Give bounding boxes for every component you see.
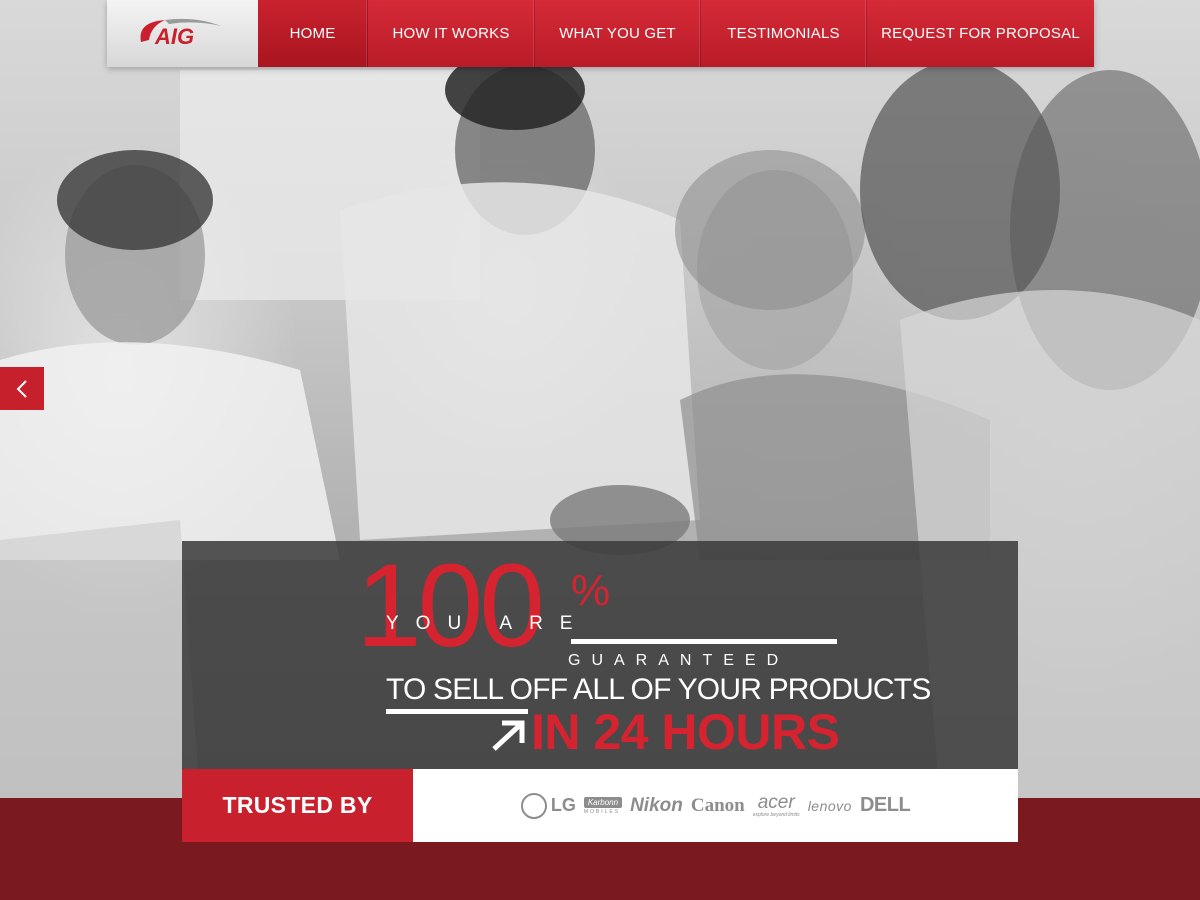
trusted-by-bar: TRUSTED BY LG Karbonn MOBILES Nikon Cano… [182, 769, 1018, 842]
trusted-by-label: TRUSTED BY [182, 769, 413, 842]
brand-canon: Canon [690, 794, 745, 816]
nav-item-testimonials[interactable]: TESTIMONIALS [701, 0, 867, 67]
logo-text: AIG [154, 24, 194, 49]
brand-acer-text: acer [757, 791, 795, 813]
promo-guaranteed: GUARANTEED [568, 652, 790, 669]
promo-big-number: 100 [356, 540, 545, 672]
logo[interactable]: AIG [107, 0, 258, 67]
brand-acer: acer explore beyond limits [752, 791, 800, 818]
promo-sell-off-text: TO SELL OFF ALL OF YOUR PRODUCTS [386, 673, 931, 706]
brand-karbonn-tag: MOBILES [583, 808, 621, 815]
brand-karbonn: Karbonn MOBILES [583, 796, 623, 815]
promo-headline: IN 24 HOURS [531, 704, 840, 760]
nav-item-request-for-proposal[interactable]: REQUEST FOR PROPOSAL [867, 0, 1094, 67]
brand-dell: DELL [859, 794, 911, 816]
brand-lg: LG [520, 792, 576, 819]
promo-banner: 100 % YOU ARE GUARANTEED TO SELL OFF ALL… [182, 541, 1018, 769]
top-navigation: AIG HOME HOW IT WORKS WHAT YOU GET TESTI… [107, 0, 1094, 67]
brand-karbonn-text: Karbonn [583, 796, 623, 808]
lg-circle-icon [520, 792, 547, 819]
brand-lg-text: LG [550, 795, 576, 815]
main-menu: HOME HOW IT WORKS WHAT YOU GET TESTIMONI… [258, 0, 1094, 67]
promo-you-are: YOU ARE [386, 613, 590, 634]
chevron-left-icon [16, 379, 27, 398]
brand-logos: LG Karbonn MOBILES Nikon Canon acer expl… [413, 769, 1018, 842]
slider-prev-button[interactable] [0, 367, 44, 410]
promo-percent-sign: % [571, 566, 611, 615]
aig-logo-icon: AIG [140, 18, 221, 49]
arrow-up-right-icon [492, 720, 525, 751]
nav-item-how-it-works[interactable]: HOW IT WORKS [368, 0, 535, 67]
brand-nikon: Nikon [630, 794, 683, 816]
nav-item-what-you-get[interactable]: WHAT YOU GET [535, 0, 701, 67]
brand-lenovo: lenovo [807, 797, 852, 814]
promo-divider-top [571, 639, 837, 644]
brand-acer-tag: explore beyond limits [752, 811, 800, 818]
nav-item-home[interactable]: HOME [258, 0, 368, 67]
promo-divider-bottom [386, 709, 528, 714]
